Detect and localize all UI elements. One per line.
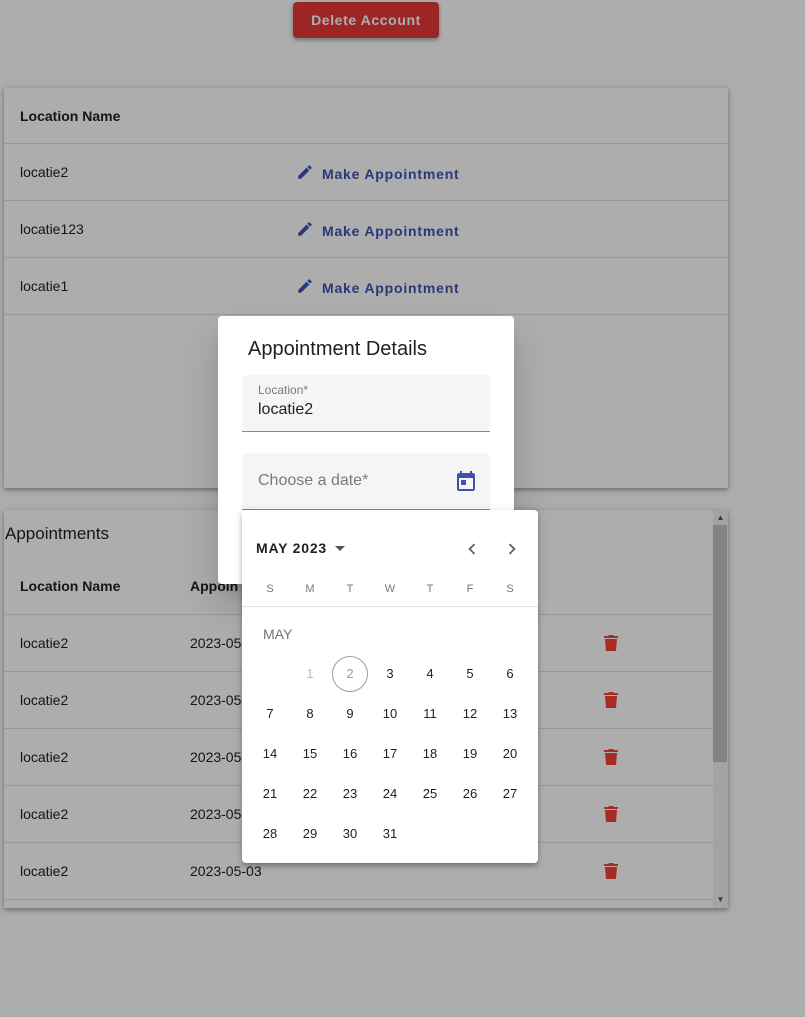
- calendar-day[interactable]: 12: [452, 696, 488, 732]
- calendar-day[interactable]: 17: [372, 736, 408, 772]
- period-label: MAY 2023: [256, 540, 328, 556]
- weekday-label: S: [506, 583, 514, 595]
- caret-down-icon: [335, 545, 346, 551]
- weekday-label: F: [466, 583, 474, 595]
- calendar-day[interactable]: 8: [292, 696, 328, 732]
- location-field[interactable]: Location* locatie2: [242, 375, 490, 432]
- calendar-day[interactable]: 7: [252, 696, 288, 732]
- month-label: MAY: [263, 626, 293, 642]
- calendar-day[interactable]: 25: [412, 776, 448, 812]
- calendar-icon[interactable]: [452, 467, 480, 495]
- calendar-day[interactable]: 18: [412, 736, 448, 772]
- calendar-day[interactable]: 20: [492, 736, 528, 772]
- weekday-label: T: [426, 583, 434, 595]
- calendar-day[interactable]: 29: [292, 816, 328, 852]
- dialog-title: Appointment Details: [248, 338, 427, 360]
- weekday-label: M: [305, 583, 315, 595]
- calendar-day[interactable]: 26: [452, 776, 488, 812]
- location-label: Location*: [258, 383, 309, 397]
- calendar-day[interactable]: 15: [292, 736, 328, 772]
- weekday-label: S: [266, 583, 274, 595]
- weekday-label: W: [384, 583, 396, 595]
- calendar-day[interactable]: 22: [292, 776, 328, 812]
- calendar-day[interactable]: 6: [492, 656, 528, 692]
- calendar-day[interactable]: 19: [452, 736, 488, 772]
- calendar-day[interactable]: 16: [332, 736, 368, 772]
- calendar-day[interactable]: 21: [252, 776, 288, 812]
- calendar-day[interactable]: 4: [412, 656, 448, 692]
- calendar-day[interactable]: 9: [332, 696, 368, 732]
- location-value: locatie2: [258, 401, 314, 418]
- calendar-day[interactable]: 14: [252, 736, 288, 772]
- calendar-day[interactable]: 24: [372, 776, 408, 812]
- datepicker-popup: MAY 2023 SMTWTFS MAY 1 2 3 4 5 6 7 8 9 10 11 12 13 14…: [242, 510, 538, 863]
- page: Delete Account Location Name locatie2 Ma…: [0, 0, 805, 1017]
- calendar-day[interactable]: 28: [252, 816, 288, 852]
- date-field[interactable]: Choose a date*: [242, 453, 490, 510]
- calendar-day[interactable]: 13: [492, 696, 528, 732]
- weekday-label: T: [346, 583, 354, 595]
- calendar-day[interactable]: 31: [372, 816, 408, 852]
- calendar-day[interactable]: 30: [332, 816, 368, 852]
- weekday-divider: [242, 606, 538, 607]
- chevron-left-icon[interactable]: [461, 538, 483, 560]
- chevron-right-icon[interactable]: [501, 538, 523, 560]
- calendar-day[interactable]: 3: [372, 656, 408, 692]
- calendar-day[interactable]: 2: [332, 656, 368, 692]
- period-button[interactable]: MAY 2023: [256, 540, 346, 556]
- calendar-day[interactable]: 11: [412, 696, 448, 732]
- date-placeholder: Choose a date*: [258, 472, 369, 489]
- calendar-day[interactable]: 10: [372, 696, 408, 732]
- calendar-day[interactable]: 23: [332, 776, 368, 812]
- calendar-day[interactable]: 1: [292, 656, 328, 692]
- calendar-day[interactable]: 5: [452, 656, 488, 692]
- calendar-day[interactable]: 27: [492, 776, 528, 812]
